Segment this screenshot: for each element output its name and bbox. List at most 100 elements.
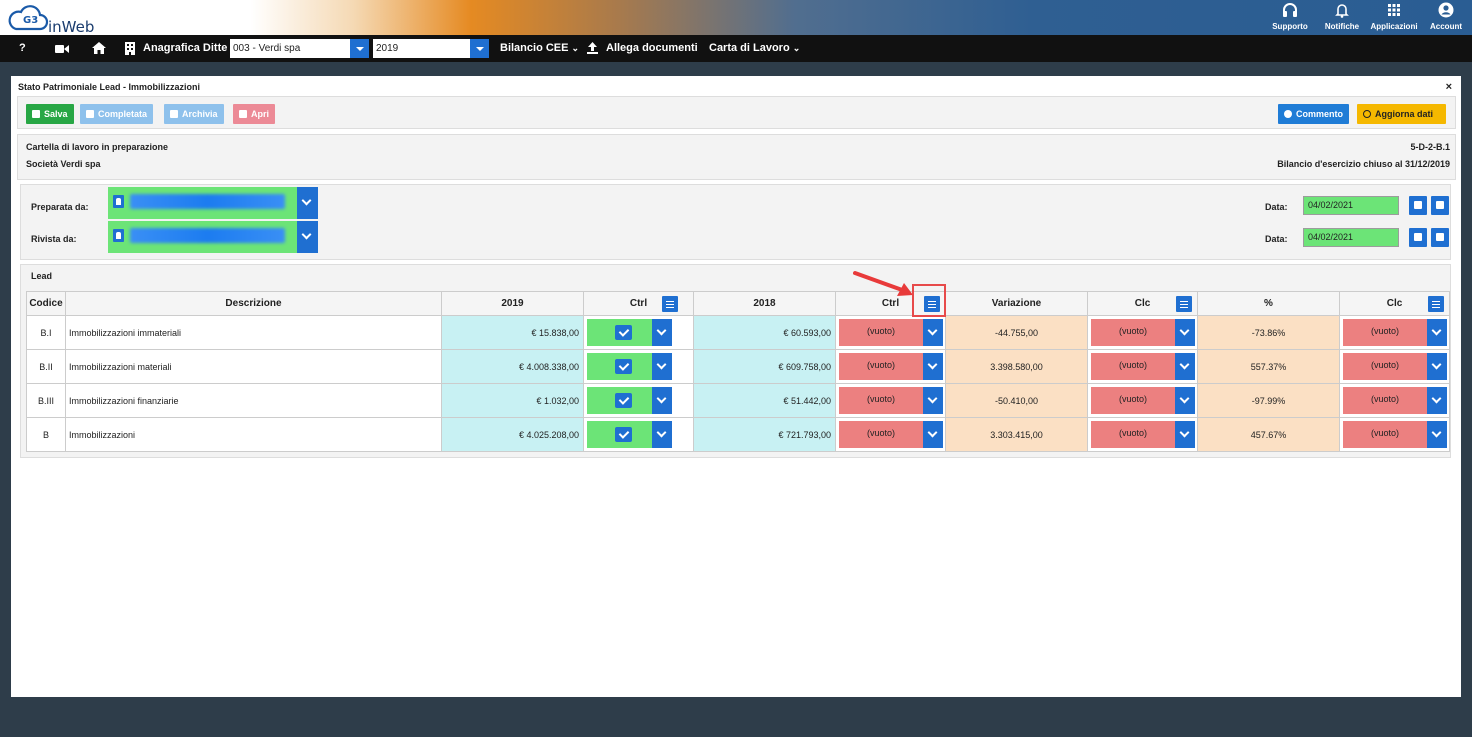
rivista-date-input[interactable]: 04/02/2021	[1303, 228, 1399, 247]
select-value: (vuoto)	[866, 360, 895, 370]
close-icon[interactable]: ×	[1446, 81, 1452, 93]
apri-button[interactable]: Apri	[233, 104, 275, 124]
year-select[interactable]: 2019	[373, 39, 489, 58]
redacted-name	[130, 194, 285, 209]
table-row: B Immobilizzazioni € 4.025.208,00 € 721.…	[26, 417, 1450, 452]
salva-button[interactable]: Salva	[26, 104, 74, 124]
preparata-date-input[interactable]: 04/02/2021	[1303, 196, 1399, 215]
menu-lines-icon[interactable]	[1176, 296, 1192, 312]
menu-lines-icon[interactable]	[1428, 296, 1444, 312]
cell-percent: -97.99%	[1197, 383, 1340, 418]
select-value: (vuoto)	[1370, 428, 1399, 438]
ctrl-2019-select[interactable]	[587, 421, 672, 448]
notifications-button[interactable]: Notifiche	[1316, 0, 1368, 35]
ctrl-2019-select[interactable]	[587, 353, 672, 380]
col-percent: %	[1197, 291, 1340, 316]
chevron-down-icon[interactable]	[350, 39, 369, 58]
ctrl-2018-cell: (vuoto)	[835, 315, 946, 350]
cell-codice: B.II	[26, 349, 66, 384]
carta-di-lavoro-menu[interactable]: Carta di Lavoro ⌄	[709, 35, 800, 62]
chevron-down-icon[interactable]	[652, 319, 672, 346]
status-text: Cartella di lavoro in preparazione	[26, 142, 169, 152]
menu-lines-icon[interactable]	[662, 296, 678, 312]
action-toolbar: Salva Completata Archivia Apri Commento …	[17, 96, 1456, 129]
chevron-down-icon[interactable]	[1175, 353, 1195, 380]
commento-label: Commento	[1296, 109, 1343, 119]
ctrl-2018-select[interactable]: (vuoto)	[839, 353, 943, 380]
clc-percent-select[interactable]: (vuoto)	[1343, 319, 1447, 346]
col-codice: Codice	[26, 291, 66, 316]
select-value: (vuoto)	[1118, 326, 1147, 336]
lead-title: Lead	[31, 271, 53, 281]
chevron-down-icon[interactable]	[1175, 319, 1195, 346]
clc-variazione-select[interactable]: (vuoto)	[1091, 421, 1195, 448]
ctrl-2019-select[interactable]	[587, 387, 672, 414]
upload-icon[interactable]	[587, 42, 598, 54]
video-camera-icon[interactable]	[55, 44, 69, 54]
chevron-down-icon[interactable]	[1427, 421, 1447, 448]
top-icon-group: Supporto Notifiche Applicazioni Account	[1264, 0, 1472, 35]
chevron-down-icon[interactable]	[1427, 353, 1447, 380]
table-row: B.I Immobilizzazioni immateriali € 15.83…	[26, 315, 1450, 350]
preparata-select[interactable]	[108, 187, 318, 219]
chevron-down-icon[interactable]	[652, 421, 672, 448]
chevron-down-icon[interactable]	[923, 421, 943, 448]
chevron-down-icon[interactable]	[297, 187, 318, 219]
ctrl-2018-select[interactable]: (vuoto)	[839, 387, 943, 414]
chevron-down-icon[interactable]	[923, 387, 943, 414]
cell-codice: B.I	[26, 315, 66, 350]
bilancio-cee-menu[interactable]: Bilancio CEE ⌄	[500, 35, 579, 62]
chevron-down-icon[interactable]	[923, 319, 943, 346]
col-clc-percent: Clc	[1339, 291, 1450, 316]
clc-percent-select[interactable]: (vuoto)	[1343, 421, 1447, 448]
clc-variazione-cell: (vuoto)	[1087, 417, 1198, 452]
ctrl-2019-cell	[583, 417, 694, 452]
calendar-today-icon[interactable]	[1431, 228, 1449, 247]
rivista-select[interactable]	[108, 221, 318, 253]
allega-documenti-link[interactable]: Allega documenti	[606, 35, 698, 62]
calendar-today-icon[interactable]	[1431, 196, 1449, 215]
redacted-name	[130, 228, 285, 243]
chevron-down-icon[interactable]	[1427, 387, 1447, 414]
clc-percent-cell: (vuoto)	[1339, 315, 1450, 350]
chevron-down-icon[interactable]	[652, 387, 672, 414]
clc-percent-select[interactable]: (vuoto)	[1343, 387, 1447, 414]
commento-button[interactable]: Commento	[1278, 104, 1349, 124]
chevron-down-icon[interactable]	[1175, 387, 1195, 414]
chevron-down-icon[interactable]	[652, 353, 672, 380]
ctrl-2018-select[interactable]: (vuoto)	[839, 421, 943, 448]
completata-button[interactable]: Completata	[80, 104, 154, 124]
refresh-icon	[1363, 110, 1371, 118]
chevron-down-icon[interactable]	[923, 353, 943, 380]
account-button[interactable]: Account	[1420, 0, 1472, 35]
apps-button[interactable]: Applicazioni	[1368, 0, 1420, 35]
aggiorna-dati-button[interactable]: Aggiorna dati	[1357, 104, 1446, 124]
lead-table: Codice Descrizione 2019 Ctrl 2018 Ctrl V…	[26, 291, 1450, 452]
chevron-down-icon[interactable]	[1427, 319, 1447, 346]
ctrl-2018-select[interactable]: (vuoto)	[839, 319, 943, 346]
clc-variazione-select[interactable]: (vuoto)	[1091, 387, 1195, 414]
clc-variazione-select[interactable]: (vuoto)	[1091, 353, 1195, 380]
app-logo[interactable]: G3 inWeb	[6, 3, 116, 36]
home-icon[interactable]	[92, 42, 106, 54]
support-button[interactable]: Supporto	[1264, 0, 1316, 35]
help-button[interactable]: ?	[19, 35, 26, 62]
calendar-icon[interactable]	[1409, 228, 1427, 247]
comment-icon	[1284, 110, 1292, 118]
col-2018: 2018	[693, 291, 836, 316]
clc-variazione-select[interactable]: (vuoto)	[1091, 319, 1195, 346]
calendar-icon[interactable]	[1409, 196, 1427, 215]
chevron-down-icon[interactable]	[470, 39, 489, 58]
company-select[interactable]: 003 - Verdi spa	[230, 39, 369, 58]
grid-icon	[1388, 4, 1400, 16]
check-icon	[615, 359, 632, 374]
salva-label: Salva	[44, 109, 68, 119]
cell-variazione: -44.755,00	[945, 315, 1088, 350]
chevron-down-icon[interactable]	[297, 221, 318, 253]
clc-percent-select[interactable]: (vuoto)	[1343, 353, 1447, 380]
ctrl-2019-select[interactable]	[587, 319, 672, 346]
archivia-button[interactable]: Archivia	[164, 104, 224, 124]
building-icon	[125, 42, 135, 55]
chevron-down-icon[interactable]	[1175, 421, 1195, 448]
ctrl-label: Ctrl	[629, 298, 648, 309]
